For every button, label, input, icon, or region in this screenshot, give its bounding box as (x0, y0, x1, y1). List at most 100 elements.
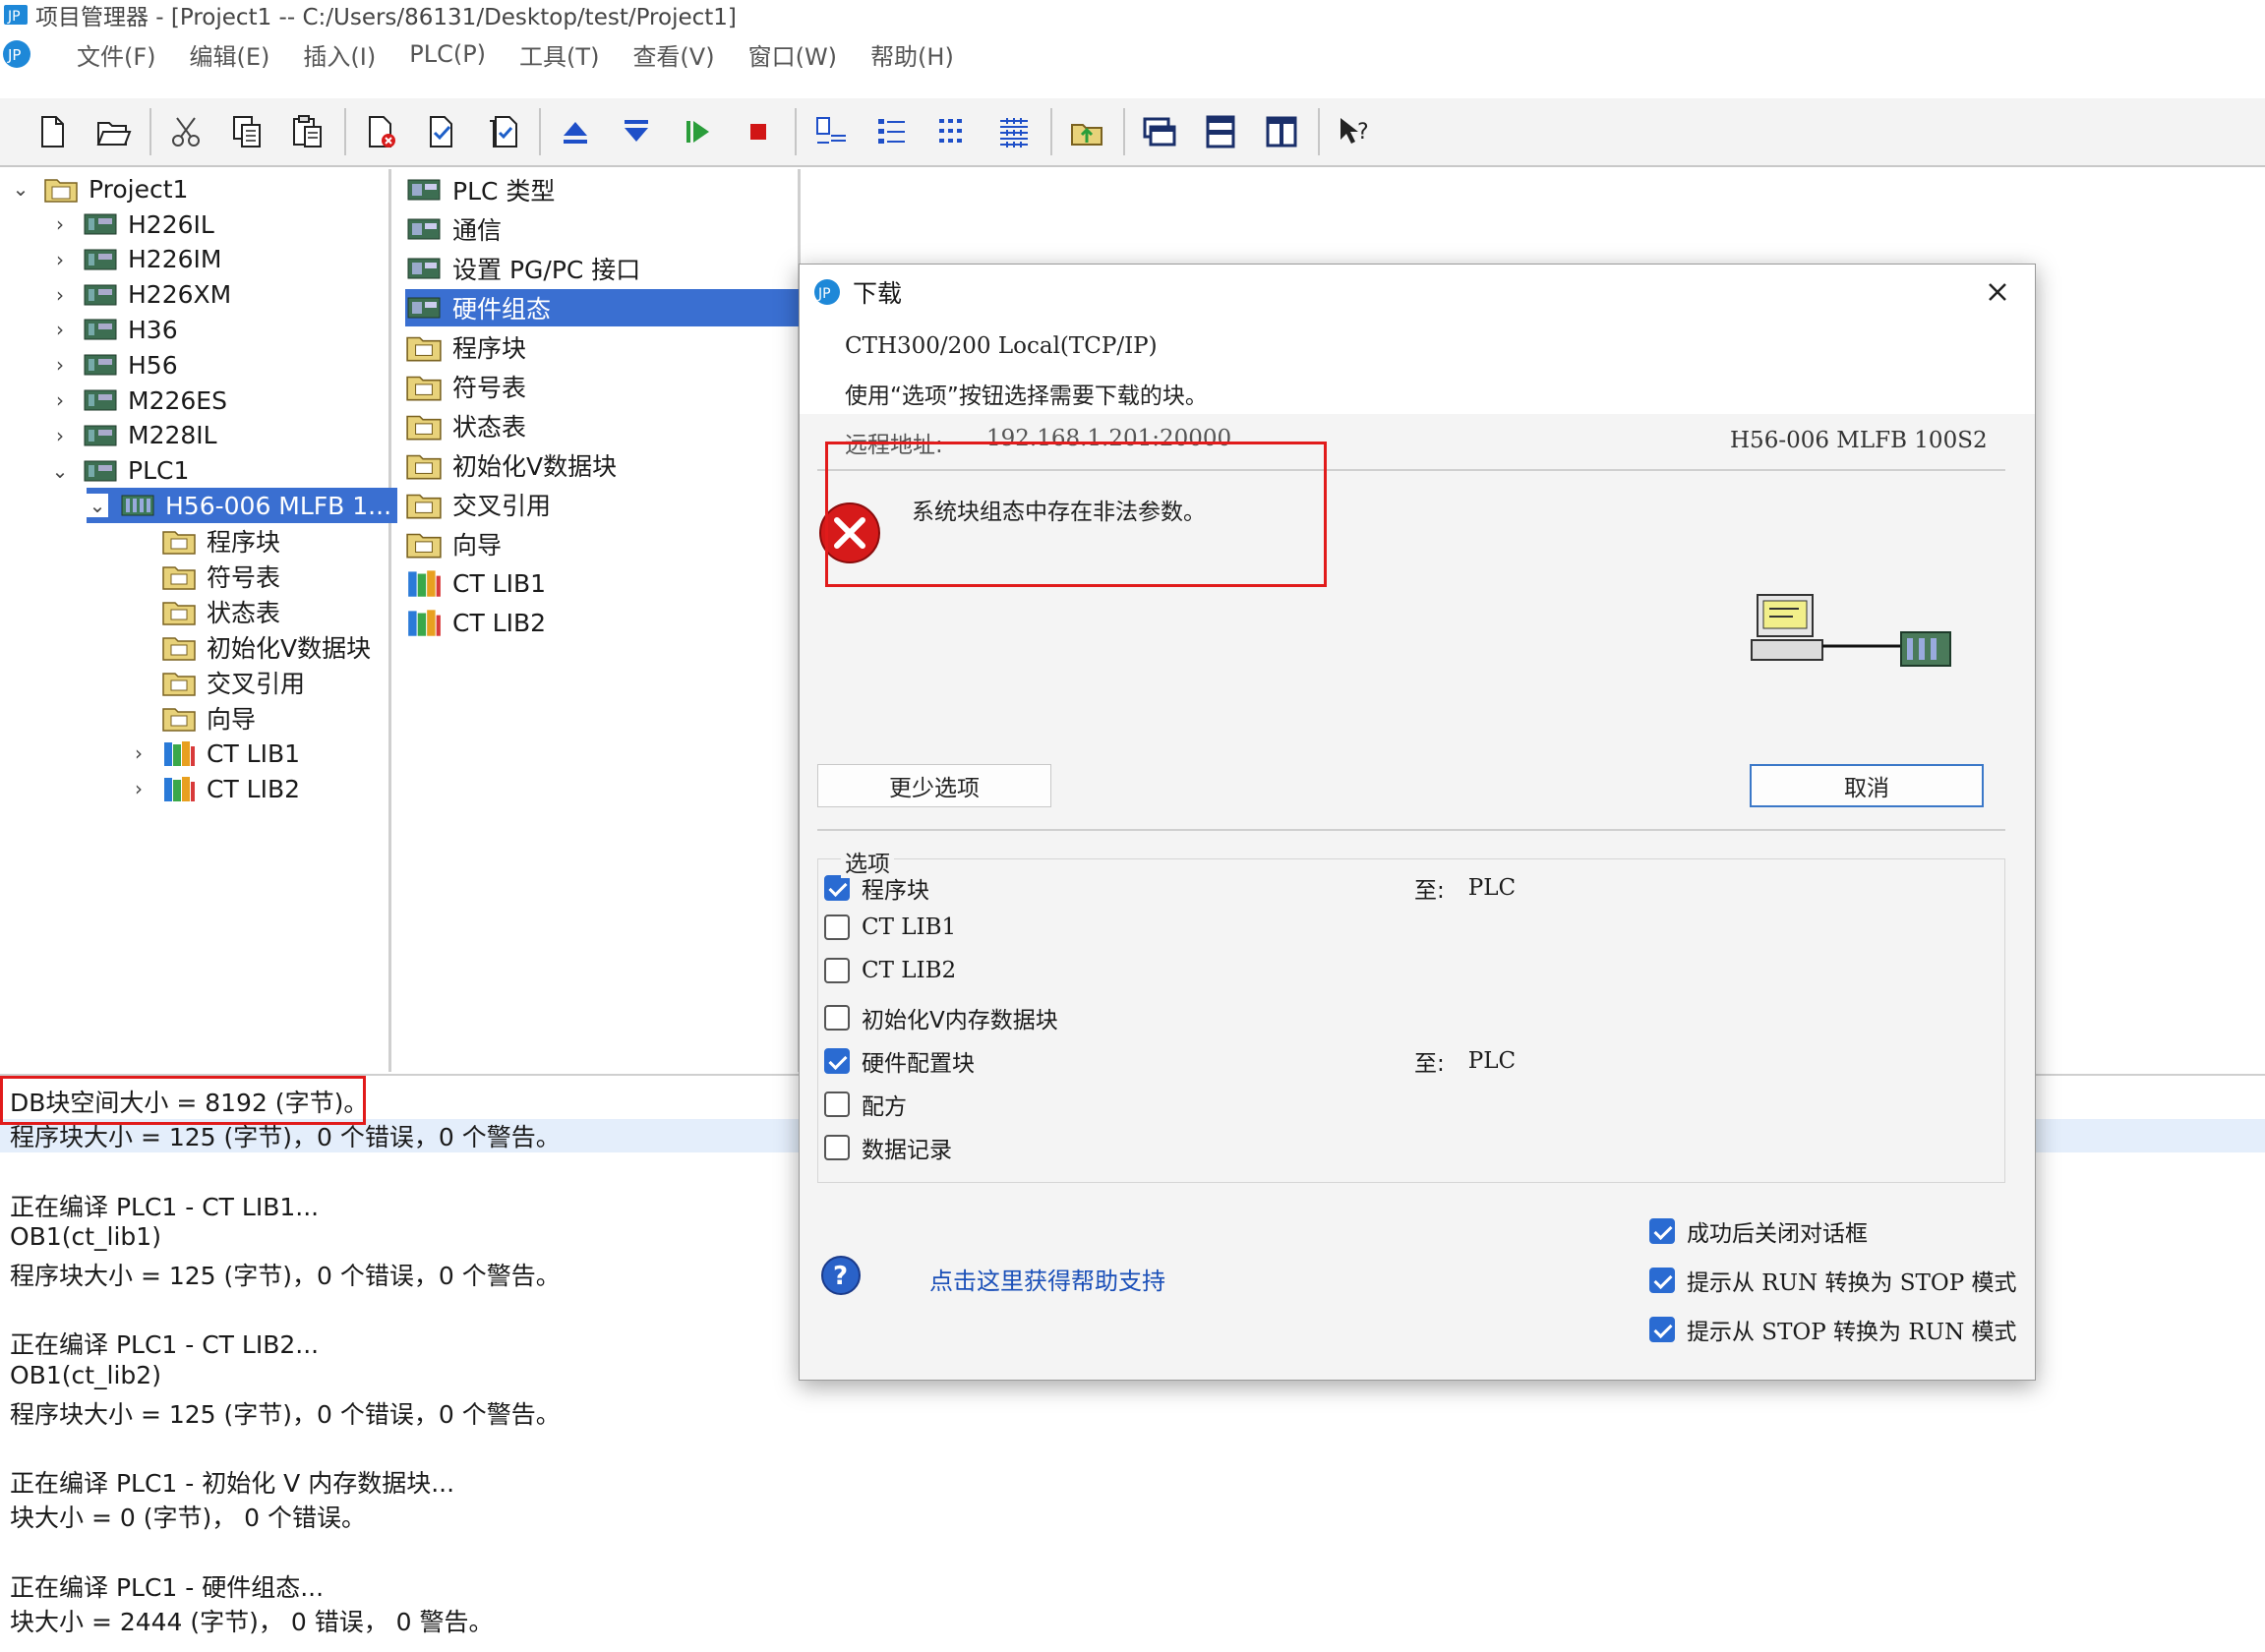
check-icon[interactable] (417, 104, 466, 159)
option-row[interactable]: 硬件配置块 (824, 1044, 975, 1078)
list-icon[interactable] (867, 104, 917, 159)
svg-text:?: ? (833, 1262, 848, 1291)
split-v-icon[interactable] (1257, 104, 1306, 159)
tree-item-device[interactable]: › H226XM (49, 277, 231, 313)
export-icon[interactable] (1062, 104, 1111, 159)
option-row[interactable]: CT LIB2 (824, 958, 956, 983)
fewer-options-button[interactable]: 更少选项 (817, 764, 1051, 807)
compile-all-icon[interactable] (478, 104, 527, 159)
menu-view[interactable]: 查看(V) (632, 37, 714, 72)
tree-item-device[interactable]: › H226IM (49, 242, 221, 277)
option-checkbox[interactable] (824, 914, 850, 940)
grid-icon[interactable] (989, 104, 1039, 159)
tree-item-library[interactable]: › CT LIB2 (128, 771, 300, 806)
tree-root[interactable]: ⌄ Project1 (10, 171, 189, 206)
split-h-icon[interactable] (1196, 104, 1245, 159)
list-item[interactable]: 设置 PG/PC 接口 (405, 250, 640, 287)
tree-item-device[interactable]: › H226IL (49, 206, 214, 242)
checkbox[interactable] (1649, 1317, 1675, 1342)
tree-item-block[interactable]: 向导 (161, 700, 256, 736)
tree-item-device[interactable]: › M228IL (49, 418, 217, 453)
list-item[interactable]: PLC 类型 (405, 171, 555, 208)
chevron-right-icon[interactable]: › (128, 741, 149, 765)
menu-plc[interactable]: PLC(P) (409, 40, 486, 68)
cancel-button[interactable]: 取消 (1750, 764, 1984, 807)
tree-item-block[interactable]: 状态表 (161, 594, 280, 629)
option-checkbox[interactable] (824, 1048, 850, 1074)
tree-item-block[interactable]: 交叉引用 (161, 665, 305, 700)
chevron-right-icon[interactable]: › (49, 388, 71, 412)
list-item[interactable]: 程序块 (405, 328, 526, 366)
dialog-option-checkbox-row[interactable]: 提示从 STOP 转换为 RUN 模式 (1649, 1313, 2017, 1346)
option-checkbox[interactable] (824, 1005, 850, 1031)
chevron-right-icon[interactable]: › (49, 318, 71, 341)
option-row[interactable]: CT LIB1 (824, 914, 956, 940)
open-folder-icon[interactable] (89, 104, 138, 159)
tree-item-device[interactable]: › M226ES (49, 383, 227, 418)
chevron-right-icon[interactable]: › (49, 353, 71, 377)
stop-icon[interactable] (734, 104, 783, 159)
chevron-right-icon[interactable]: › (49, 424, 71, 447)
tree-item-device[interactable]: › H36 (49, 312, 178, 347)
chevron-down-icon[interactable]: ⌄ (49, 459, 71, 483)
tree-item-library[interactable]: › CT LIB1 (128, 736, 300, 771)
list-item[interactable]: 初始化V数据块 (405, 446, 617, 484)
help-icon[interactable]: ? (819, 1254, 863, 1297)
list-item[interactable]: CT LIB2 (405, 604, 546, 641)
menu-help[interactable]: 帮助(H) (870, 37, 954, 72)
paste-icon[interactable] (283, 104, 332, 159)
new-file-icon[interactable] (28, 104, 77, 159)
cut-icon[interactable] (161, 104, 210, 159)
upload-icon[interactable] (551, 104, 600, 159)
list-item[interactable]: 向导 (405, 525, 502, 562)
tree-item-block[interactable]: 初始化V数据块 (161, 629, 371, 665)
tree-item-device[interactable]: › H56 (49, 347, 178, 383)
tree-label: H56-006 MLFB 1... (165, 491, 392, 520)
chevron-right-icon[interactable]: › (49, 283, 71, 307)
option-row[interactable]: 数据记录 (824, 1131, 952, 1164)
download-icon[interactable] (612, 104, 661, 159)
details-icon[interactable] (928, 104, 978, 159)
compile-icon[interactable] (356, 104, 405, 159)
layout1-icon[interactable] (806, 104, 856, 159)
checkbox[interactable] (1649, 1218, 1675, 1244)
menu-tools[interactable]: 工具(T) (519, 37, 599, 72)
list-item[interactable]: 符号表 (405, 368, 526, 405)
windows-icon[interactable] (1135, 104, 1184, 159)
list-label: 设置 PG/PC 接口 (452, 256, 641, 284)
list-item[interactable]: CT LIB1 (405, 564, 546, 602)
list-item[interactable]: 交叉引用 (405, 486, 551, 523)
list-item[interactable]: 状态表 (405, 407, 526, 444)
menu-edit[interactable]: 编辑(E) (190, 37, 270, 72)
menu-insert[interactable]: 插入(I) (303, 37, 376, 72)
copy-icon[interactable] (222, 104, 271, 159)
menu-window[interactable]: 窗口(W) (748, 37, 837, 72)
option-row[interactable]: 配方 (824, 1088, 907, 1121)
tree-item-block[interactable]: 程序块 (161, 523, 280, 559)
chevron-down-icon[interactable]: ⌄ (10, 177, 31, 201)
app-menu-icon[interactable]: JP (0, 37, 33, 71)
help-link[interactable]: 点击这里获得帮助支持 (929, 1262, 1165, 1296)
dialog-option-checkbox-row[interactable]: 提示从 RUN 转换为 STOP 模式 (1649, 1264, 2017, 1297)
menu-file[interactable]: 文件(F) (77, 37, 156, 72)
list-item[interactable]: 硬件组态 (405, 289, 799, 326)
checkbox[interactable] (1649, 1268, 1675, 1293)
option-checkbox[interactable] (824, 1092, 850, 1117)
chevron-right-icon[interactable]: › (49, 212, 71, 236)
chevron-down-icon[interactable]: ⌄ (87, 494, 108, 517)
tree-item-device[interactable]: ⌄ PLC1 (49, 453, 190, 489)
help-cursor-icon[interactable]: ? (1330, 104, 1379, 159)
run-icon[interactable] (673, 104, 722, 159)
close-icon[interactable] (1980, 274, 2015, 310)
dialog-option-checkbox-row[interactable]: 成功后关闭对话框 (1649, 1214, 1868, 1248)
option-checkbox[interactable] (824, 958, 850, 983)
tree-item-block[interactable]: 符号表 (161, 559, 280, 594)
option-checkbox[interactable] (824, 875, 850, 901)
option-checkbox[interactable] (824, 1135, 850, 1160)
list-item[interactable]: 通信 (405, 210, 502, 248)
tree-item-selected-device[interactable]: ⌄ H56-006 MLFB 1... (87, 488, 402, 523)
option-row[interactable]: 初始化V内存数据块 (824, 1001, 1058, 1034)
chevron-right-icon[interactable]: › (49, 248, 71, 271)
option-label: CT LIB2 (862, 958, 957, 983)
chevron-right-icon[interactable]: › (128, 777, 149, 800)
